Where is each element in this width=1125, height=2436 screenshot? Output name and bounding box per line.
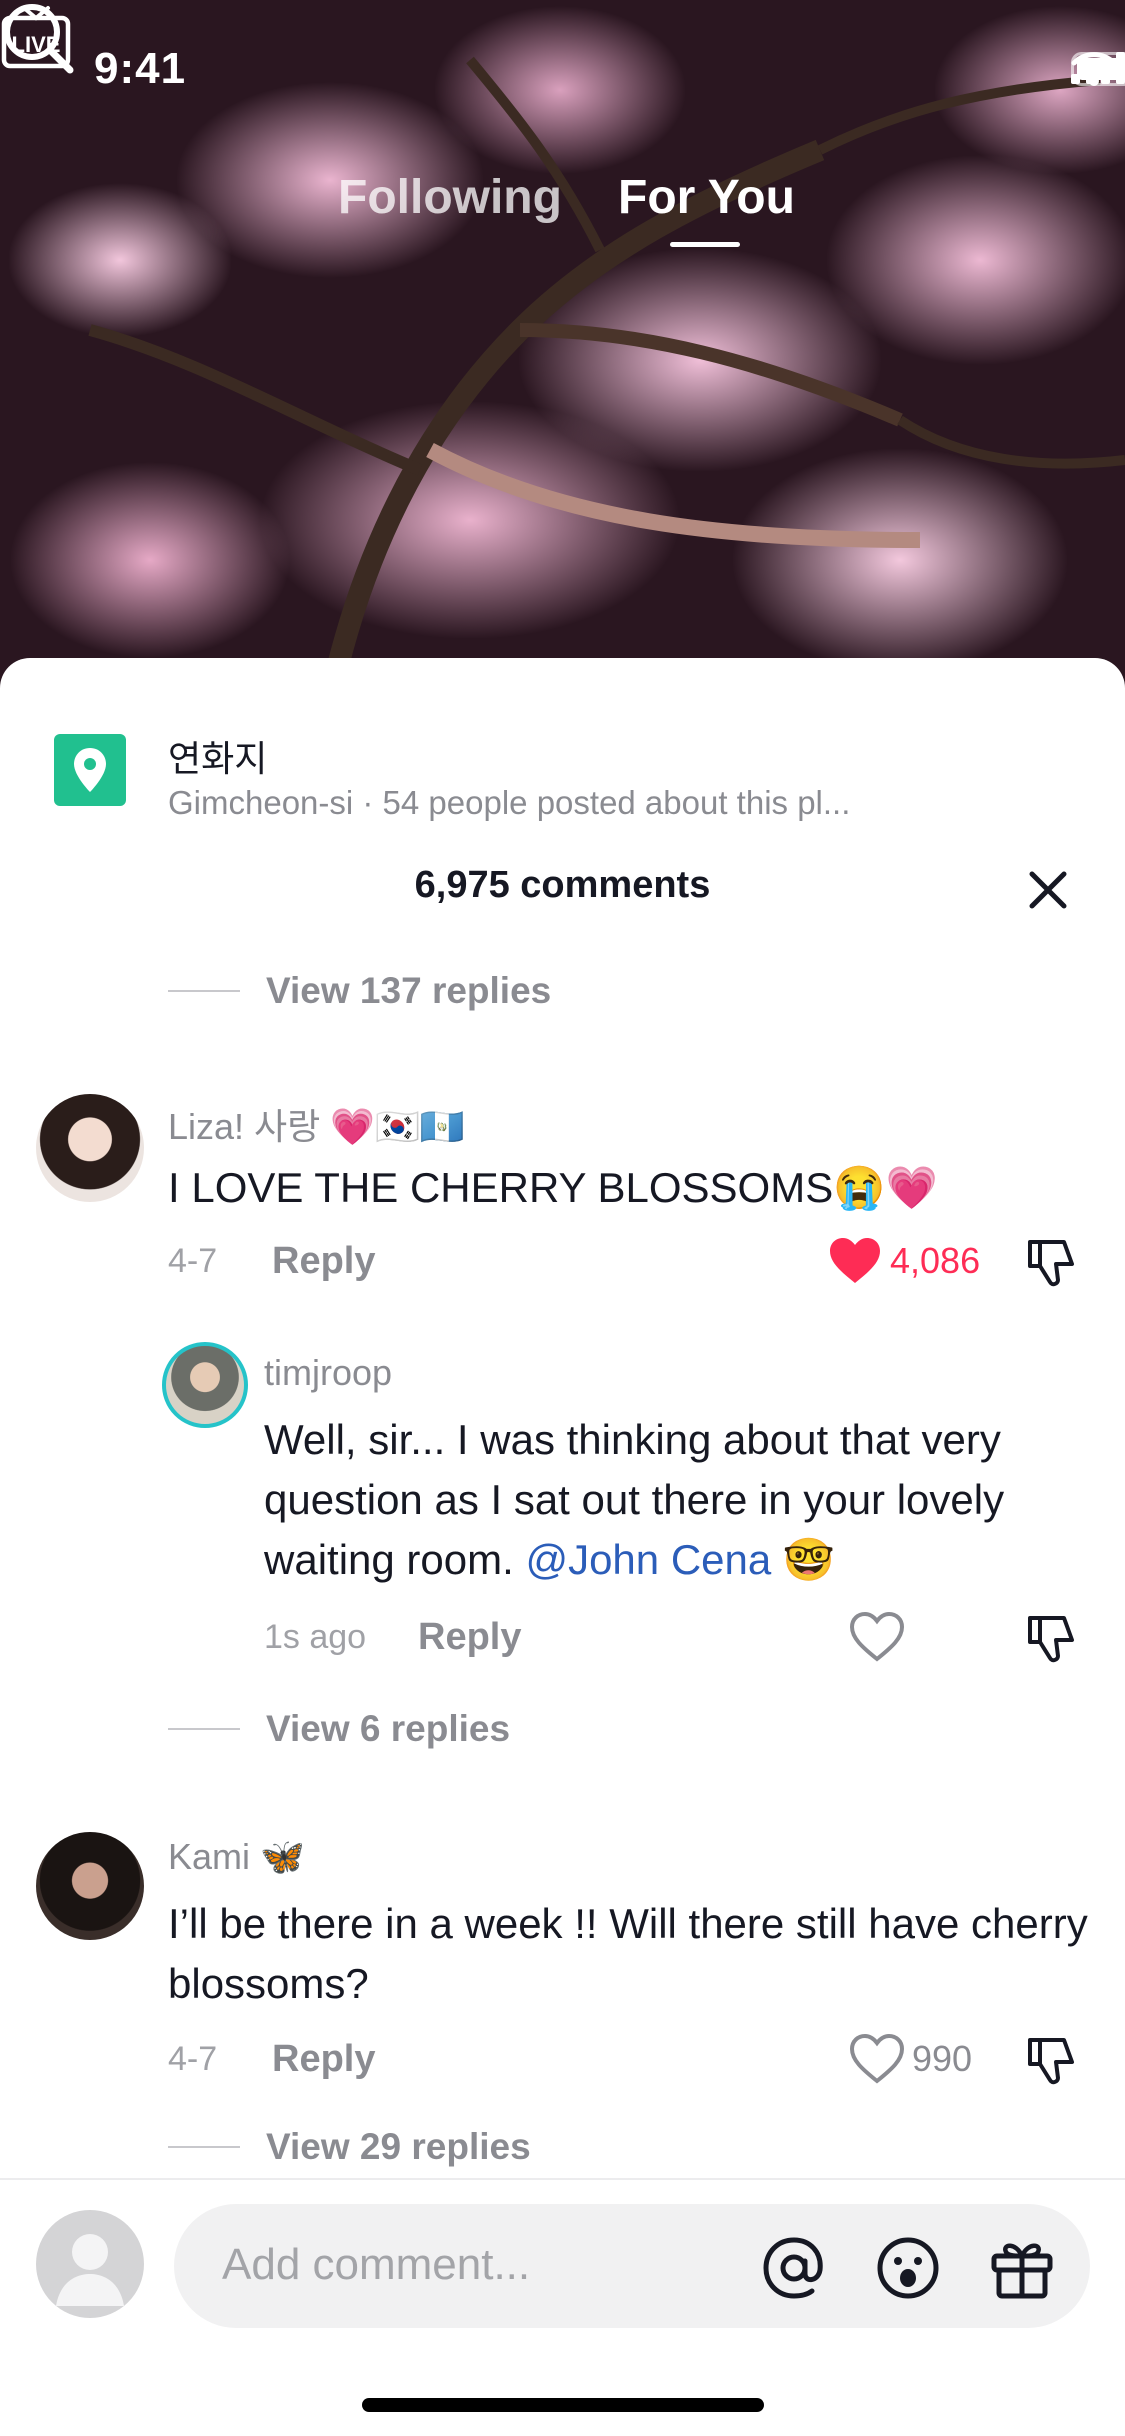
- video-background[interactable]: 9:41 LIVE Following For You: [0, 0, 1125, 700]
- default-avatar-icon: [56, 2234, 124, 2306]
- tab-for-you[interactable]: For You: [618, 170, 795, 225]
- location-row[interactable]: 연화지 Gimcheon-si · 54 people posted about…: [0, 688, 1125, 821]
- like-button[interactable]: 4,086: [828, 1236, 980, 1286]
- heart-icon[interactable]: [850, 1612, 904, 1662]
- avatar[interactable]: [36, 1832, 144, 1940]
- divider: [168, 1728, 240, 1730]
- close-icon[interactable]: [1022, 864, 1074, 916]
- comment-text: Well, sir... I was thinking about that v…: [264, 1410, 1084, 1590]
- reply-button[interactable]: Reply: [418, 1616, 521, 1659]
- emoji-icon[interactable]: [874, 2234, 942, 2302]
- view-replies-label: View 6 replies: [266, 1708, 511, 1749]
- avatar[interactable]: [162, 1342, 248, 1428]
- like-button[interactable]: 990: [850, 2034, 972, 2084]
- divider: [168, 990, 240, 992]
- tab-following[interactable]: Following: [338, 170, 562, 225]
- location-pin-icon: [54, 734, 126, 806]
- user-avatar[interactable]: [36, 2210, 144, 2318]
- comment-input-placeholder: Add comment...: [222, 2240, 531, 2289]
- mention-link[interactable]: @John Cena: [525, 1536, 771, 1583]
- comment-username[interactable]: Liza! 사랑 💗🇰🇷🇬🇹: [168, 1098, 465, 1150]
- battery-icon: [1071, 52, 1125, 86]
- location-subtitle: Gimcheon-si · 54 people posted about thi…: [168, 784, 851, 821]
- comments-sheet: 연화지 Gimcheon-si · 54 people posted about…: [0, 658, 1125, 2436]
- view-replies-button[interactable]: View 29 replies: [168, 2126, 531, 2168]
- comment-date: 4-7: [168, 2040, 218, 2078]
- comments-count: 6,975 comments: [414, 864, 711, 906]
- dislike-icon[interactable]: [1024, 1234, 1080, 1290]
- home-indicator: [362, 2398, 764, 2412]
- like-count: 4,086: [890, 1240, 981, 1281]
- screen: 9:41 LIVE Following For You 연화지 Gimcheon…: [0, 0, 1125, 2436]
- comment-date: 4-7: [168, 1242, 218, 1280]
- location-name: 연화지: [168, 738, 268, 779]
- active-tab-indicator: [670, 242, 740, 247]
- avatar[interactable]: [36, 1094, 144, 1202]
- heart-icon: [830, 1238, 880, 1283]
- gift-icon[interactable]: [988, 2234, 1056, 2302]
- comment-text: I LOVE THE CHERRY BLOSSOMS😭💗: [168, 1164, 938, 1211]
- view-replies-label: View 137 replies: [266, 970, 552, 1011]
- at-icon[interactable]: [760, 2234, 828, 2302]
- comment-username[interactable]: Kami 🦋: [168, 1836, 305, 1878]
- reply-button[interactable]: Reply: [272, 2038, 375, 2081]
- view-replies-label: View 29 replies: [266, 2126, 531, 2167]
- cherry-branches: [88, 56, 1125, 700]
- dislike-icon[interactable]: [1024, 1610, 1080, 1666]
- status-time: 9:41: [94, 44, 187, 93]
- reply-button[interactable]: Reply: [272, 1240, 375, 1283]
- comment-text: I’ll be there in a week !! Will there st…: [168, 1900, 1088, 2007]
- comment-username[interactable]: timjroop: [264, 1352, 392, 1394]
- comment-emoji: 🤓: [782, 1536, 836, 1583]
- divider: [168, 2146, 240, 2148]
- search-icon[interactable]: [0, 0, 76, 76]
- view-replies-button[interactable]: View 137 replies: [168, 970, 551, 1012]
- dislike-icon[interactable]: [1024, 2032, 1080, 2088]
- like-count: 990: [912, 2038, 973, 2079]
- comment-date: 1s ago: [264, 1618, 367, 1656]
- comment-input[interactable]: Add comment...: [174, 2204, 1090, 2328]
- view-replies-button[interactable]: View 6 replies: [168, 1708, 510, 1750]
- heart-icon: [850, 2034, 904, 2084]
